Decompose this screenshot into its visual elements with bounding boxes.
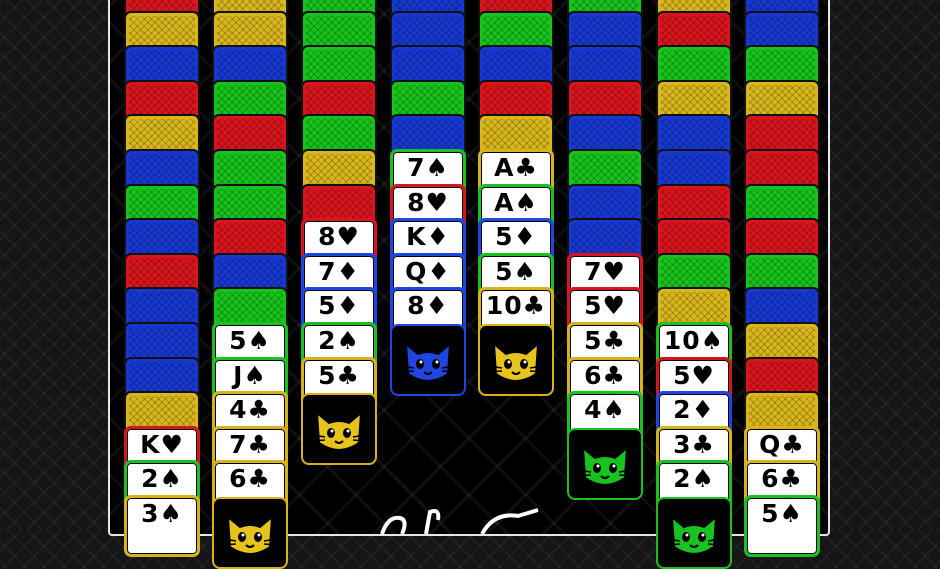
card-rank-suit: 5♥	[584, 291, 626, 321]
card-rank-suit: 7♠	[407, 153, 449, 182]
card-rank-suit: 4♣	[229, 395, 271, 425]
card-rank-suit: 6♣	[761, 464, 803, 494]
playing-card[interactable]: 5♠	[744, 495, 820, 557]
game-board: K♥ 2♠ 3♠ 5♠ J♠ 4♣ 7♣ 6♣ 8♥ 7♦ 5♦ 2♠ 5♣ 7♠ 8♥ K♦ Q♦ 8♦ A…	[108, 0, 830, 569]
tableau-column-3[interactable]: 8♥ 7♦ 5♦ 2♠ 5♣	[301, 0, 377, 538]
card-rank-suit: Q♣	[759, 429, 805, 459]
card-rank-suit: 5♣	[584, 326, 626, 355]
cat-green-icon[interactable]	[567, 427, 643, 500]
card-rank-suit: 5♦	[318, 291, 360, 321]
card-rank-suit: 10♠	[663, 326, 725, 355]
cat-yellow-icon[interactable]	[212, 497, 288, 569]
card-rank-suit: 8♥	[318, 222, 360, 252]
card-rank-suit: 8♦	[407, 291, 449, 321]
tableau-column-6[interactable]: 7♥ 5♥ 5♣ 6♣ 4♠	[567, 0, 643, 538]
card-rank-suit: 2♠	[141, 464, 183, 494]
card-rank-suit: 5♠	[495, 256, 537, 286]
card-rank-suit: 5♣	[318, 360, 360, 390]
card-rank-suit: 6♣	[584, 360, 626, 390]
card-rank-suit: A♣	[494, 153, 538, 182]
card-rank-suit: 5♦	[495, 222, 537, 252]
tableau-column-4[interactable]: 7♠ 8♥ K♦ Q♦ 8♦	[390, 0, 466, 538]
card-rank-suit: 10♣	[485, 291, 547, 321]
card-rank-suit: 8♥	[407, 187, 449, 217]
card-rank-suit: 5♥	[673, 360, 715, 390]
tableau-column-1[interactable]: K♥ 2♠ 3♠	[124, 0, 200, 557]
playing-card[interactable]: 3♠	[124, 495, 200, 557]
tableau-column-8[interactable]: Q♣ 6♣ 5♠	[744, 0, 820, 557]
card-rank-suit: 5♠	[761, 499, 803, 528]
cat-yellow-icon[interactable]	[301, 393, 377, 466]
card-rank-suit: 3♠	[141, 499, 183, 528]
card-rank-suit: K♦	[406, 222, 450, 252]
card-rank-suit: K♥	[140, 429, 184, 459]
card-rank-suit: 4♠	[584, 395, 626, 425]
card-rank-suit: 7♥	[584, 256, 626, 286]
card-rank-suit: 2♠	[318, 326, 360, 355]
card-rank-suit: 5♠	[229, 326, 271, 355]
tableau-column-5[interactable]: A♣ A♠ 5♦ 5♠ 10♣	[478, 0, 554, 538]
cat-blue-icon[interactable]	[390, 324, 466, 396]
tableau-column-7[interactable]: 10♠ 5♥ 2♦ 3♣ 2♠	[656, 0, 732, 569]
cat-yellow-icon[interactable]	[478, 324, 554, 396]
card-rank-suit: 7♣	[229, 429, 271, 459]
card-rank-suit: 6♣	[229, 464, 271, 494]
cat-green-icon[interactable]	[656, 497, 732, 569]
card-rank-suit: J♠	[233, 360, 267, 390]
card-rank-suit: 2♠	[673, 464, 715, 494]
tableau-column-2[interactable]: 5♠ J♠ 4♣ 7♣ 6♣	[212, 0, 288, 569]
card-rank-suit: A♠	[494, 187, 538, 217]
card-rank-suit: Q♦	[405, 256, 451, 286]
card-rank-suit: 2♦	[673, 395, 715, 425]
card-rank-suit: 7♦	[318, 256, 360, 286]
card-rank-suit: 3♣	[673, 429, 715, 459]
